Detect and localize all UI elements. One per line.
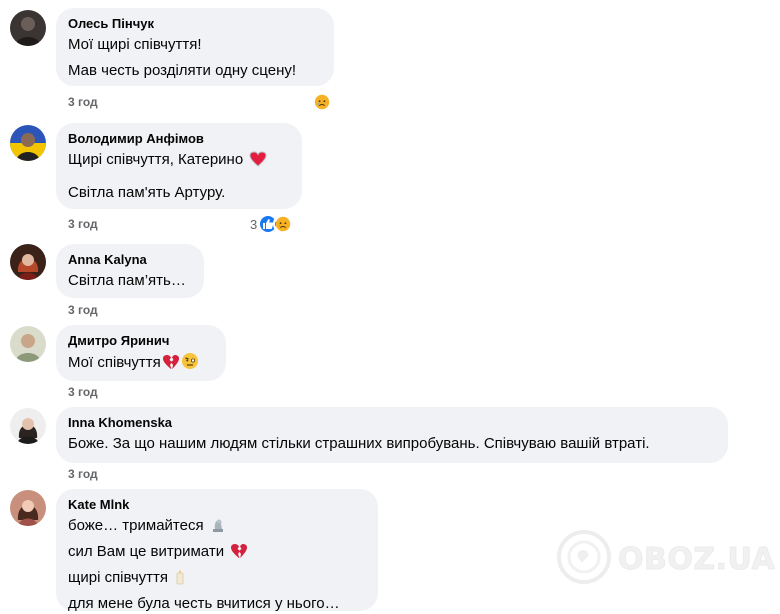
comment-author[interactable]: Володимир Анфімов bbox=[68, 131, 290, 147]
comment-timestamp[interactable]: 3 год bbox=[68, 217, 98, 231]
reaction-count: 3 bbox=[250, 216, 258, 232]
comment-text-content: Мої співчуття bbox=[68, 354, 161, 371]
comment-author[interactable]: Олесь Пінчук bbox=[68, 16, 322, 32]
sad-reaction-icon bbox=[273, 214, 294, 234]
comment-timestamp[interactable]: 3 год bbox=[68, 303, 98, 317]
heart-emoji-icon bbox=[249, 151, 267, 173]
reaction-summary[interactable] bbox=[312, 92, 332, 112]
comment-text: для мене була честь вчитися у нього… bbox=[68, 595, 340, 612]
comment-bubble: Kate Mlnk боже… тримайтеся сил Вам це ви… bbox=[56, 489, 378, 612]
face-emoji-icon bbox=[181, 352, 199, 376]
statue-emoji-icon bbox=[210, 517, 226, 539]
comment-text: сил Вам це витримати bbox=[68, 542, 366, 565]
watermark-logo: OBOZ.UA bbox=[556, 529, 775, 590]
reaction-summary[interactable]: 3 bbox=[250, 214, 294, 234]
comment-text-content: сил Вам це витримати bbox=[68, 543, 225, 560]
comment-bubble: Anna Kalyna Світла пам’ять… bbox=[56, 244, 204, 298]
comment-author[interactable]: Kate Mlnk bbox=[68, 497, 366, 513]
avatar[interactable] bbox=[10, 125, 46, 161]
comment-bubble: Володимир Анфімов Щирі співчуття, Катери… bbox=[56, 123, 302, 209]
comment-bubble: Inna Khomenska Боже. За що нашим людям с… bbox=[56, 407, 728, 463]
comment-text: Боже. За що нашим людям стільки страшних… bbox=[68, 435, 650, 452]
avatar[interactable] bbox=[10, 244, 46, 280]
comment-timestamp[interactable]: 3 год bbox=[68, 95, 98, 109]
comment-text: щирі співчуття bbox=[68, 568, 366, 591]
comment-text: Світла пам'ять Артуру. bbox=[68, 184, 226, 201]
comment-text: Мав честь розділяти одну сцену! bbox=[68, 62, 297, 79]
broken-heart-emoji-icon bbox=[162, 354, 180, 376]
comment-author[interactable]: Дмитро Яринич bbox=[68, 333, 214, 349]
globe-icon bbox=[556, 529, 612, 590]
comment-text: Мої співчуття bbox=[68, 352, 214, 376]
broken-heart-emoji-icon bbox=[230, 543, 248, 565]
comment-text-content: боже… тримайтеся bbox=[68, 517, 204, 534]
comment-text: Щирі співчуття, Катерино bbox=[68, 150, 290, 173]
comment-timestamp[interactable]: 3 год bbox=[68, 385, 98, 399]
comment-author[interactable]: Anna Kalyna bbox=[68, 252, 192, 268]
comment-timestamp[interactable]: 3 год bbox=[68, 467, 98, 481]
comment-text: боже… тримайтеся bbox=[68, 516, 366, 539]
comment-text-content: Щирі співчуття, Катерино bbox=[68, 151, 244, 168]
watermark-text: OBOZ.UA bbox=[617, 541, 776, 577]
candle-emoji-icon bbox=[174, 569, 186, 591]
comment-author[interactable]: Inna Khomenska bbox=[68, 415, 716, 431]
avatar[interactable] bbox=[10, 490, 46, 526]
comment-bubble: Олесь Пінчук Мої щирі співчуття! Мав чес… bbox=[56, 8, 334, 86]
sad-reaction-icon bbox=[312, 92, 332, 112]
avatar[interactable] bbox=[10, 326, 46, 362]
comment-text: Мої щирі співчуття! bbox=[68, 36, 202, 53]
avatar[interactable] bbox=[10, 10, 46, 46]
avatar[interactable] bbox=[10, 408, 46, 444]
comment-text: Світла пам’ять… bbox=[68, 272, 186, 289]
comment-bubble: Дмитро Яринич Мої співчуття bbox=[56, 325, 226, 381]
comment-text-content: щирі співчуття bbox=[68, 569, 168, 586]
